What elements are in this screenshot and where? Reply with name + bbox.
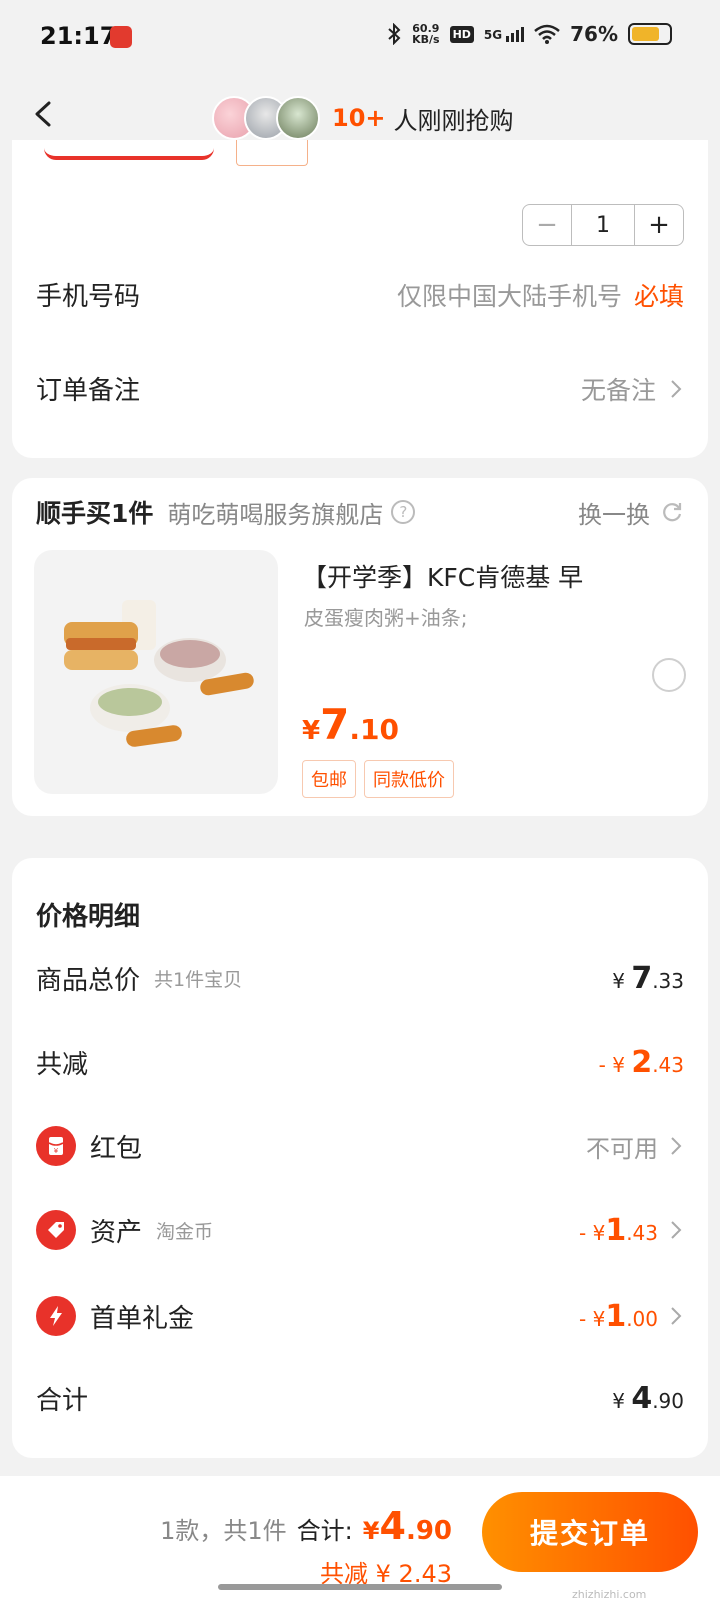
partial-tag-edge bbox=[236, 140, 308, 166]
lightning-icon bbox=[36, 1296, 76, 1336]
badge-free-shipping: 包邮 bbox=[302, 760, 356, 798]
order-info-card: − 1 + 手机号码 仅限中国大陆手机号 必填 订单备注 无备注 bbox=[12, 140, 708, 458]
note-label: 订单备注 bbox=[36, 376, 141, 406]
coupon-tag-icon bbox=[36, 1210, 76, 1250]
discount-value: - ¥ 2.43 bbox=[598, 1045, 684, 1080]
price-detail-title: 价格明细 bbox=[36, 902, 141, 932]
addon-title: 顺手买1件 bbox=[36, 499, 154, 528]
bluetooth-icon bbox=[388, 23, 401, 45]
chevron-left-icon bbox=[35, 101, 51, 127]
addon-card: 顺手买1件 萌吃萌喝服务旗舰店 ? 换一换 【开学季】KFC肯德基 早 皮蛋瘦肉… bbox=[12, 478, 708, 816]
redpacket-label: 红包 bbox=[90, 1133, 143, 1164]
total-label: 合计: bbox=[296, 1517, 353, 1545]
discount-row: 共减 - ¥ 2.43 bbox=[36, 1044, 684, 1081]
hd-badge: HD bbox=[449, 25, 474, 43]
goods-total-row: 商品总价 共1件宝贝 ¥ 7.33 bbox=[36, 960, 684, 997]
phone-row[interactable]: 手机号码 仅限中国大陆手机号 必填 bbox=[36, 276, 684, 313]
signal-icon: 5G bbox=[484, 26, 525, 42]
chevron-right-icon bbox=[671, 1221, 682, 1239]
goods-total-label: 商品总价 bbox=[36, 966, 141, 996]
food-image bbox=[64, 600, 254, 747]
decrease-button[interactable]: − bbox=[523, 205, 571, 245]
shop-name[interactable]: 萌吃萌喝服务旗舰店 bbox=[167, 495, 383, 530]
submit-order-button[interactable]: 提交订单 bbox=[482, 1492, 698, 1572]
status-time: 21:17 bbox=[40, 22, 117, 50]
note-value: 无备注 bbox=[580, 375, 656, 405]
status-bar: 21:17 60.9 KB/s HD 5G 76% bbox=[0, 0, 720, 76]
battery-percent: 76% bbox=[570, 22, 618, 46]
svg-text:¥: ¥ bbox=[54, 1147, 59, 1155]
wifi-icon bbox=[534, 24, 560, 44]
badge-low-price: 同款低价 bbox=[364, 760, 454, 798]
discount-label: 共减 bbox=[36, 1050, 89, 1080]
redpacket-icon: ¥ bbox=[36, 1126, 76, 1166]
goods-count: 共1件宝贝 bbox=[154, 969, 243, 991]
help-icon[interactable]: ? bbox=[391, 500, 416, 524]
total-amount: ¥4.90 bbox=[362, 1504, 452, 1548]
status-indicators: 60.9 KB/s HD 5G 76% bbox=[386, 22, 672, 46]
home-indicator[interactable] bbox=[218, 1584, 502, 1590]
redpacket-value: 不可用 bbox=[586, 1134, 658, 1163]
asset-value: - ¥1.43 bbox=[579, 1212, 658, 1248]
select-radio[interactable] bbox=[652, 658, 686, 692]
product-spec: 皮蛋瘦肉粥+油条; bbox=[304, 606, 468, 630]
chevron-right-icon bbox=[671, 1307, 682, 1325]
net-speed: 60.9 KB/s bbox=[412, 22, 440, 46]
increase-button[interactable]: + bbox=[635, 205, 683, 245]
product-image[interactable] bbox=[34, 550, 278, 794]
item-count: 1款，共1件 bbox=[160, 1517, 287, 1545]
asset-row[interactable]: 资产 淘金币 - ¥1.43 bbox=[36, 1210, 684, 1250]
first-order-value: - ¥1.00 bbox=[579, 1298, 658, 1334]
avatar bbox=[276, 96, 320, 140]
first-order-row[interactable]: 首单礼金 - ¥1.00 bbox=[36, 1296, 684, 1336]
app-notification-icon bbox=[110, 26, 132, 48]
asset-sub: 淘金币 bbox=[156, 1220, 214, 1243]
order-note-row[interactable]: 订单备注 无备注 bbox=[36, 370, 684, 407]
chevron-right-icon bbox=[671, 379, 682, 398]
quantity-stepper[interactable]: − 1 + bbox=[522, 204, 684, 246]
asset-label: 资产 bbox=[90, 1217, 143, 1248]
product-title[interactable]: 【开学季】KFC肯德基 早 bbox=[302, 558, 583, 594]
buyers-count: 10+ bbox=[332, 104, 386, 132]
price-detail-card: 价格明细 商品总价 共1件宝贝 ¥ 7.33 共减 - ¥ 2.43 ¥ 红包 … bbox=[12, 858, 708, 1458]
checkout-summary: 1款，共1件 合计: ¥4.90 bbox=[160, 1504, 452, 1548]
battery-icon bbox=[628, 23, 672, 45]
checkout-bar: 1款，共1件 合计: ¥4.90 共减 ¥ 2.43 提交订单 bbox=[0, 1476, 720, 1600]
sum-label: 合计 bbox=[36, 1386, 89, 1416]
product-price: ¥7.10 bbox=[302, 700, 399, 749]
required-badge: 必填 bbox=[633, 281, 684, 311]
phone-label: 手机号码 bbox=[36, 282, 141, 312]
watermark: zhizhizhi.com bbox=[572, 1588, 647, 1600]
goods-total-value: ¥ 7.33 bbox=[612, 961, 684, 996]
chevron-right-icon bbox=[671, 1137, 682, 1155]
sum-row: 合计 ¥ 4.90 bbox=[36, 1380, 684, 1417]
quantity-value[interactable]: 1 bbox=[571, 205, 635, 245]
product-badges: 包邮 同款低价 bbox=[302, 760, 454, 798]
sum-value: ¥ 4.90 bbox=[612, 1381, 684, 1416]
first-order-label: 首单礼金 bbox=[90, 1303, 195, 1334]
back-button[interactable] bbox=[24, 94, 64, 134]
phone-input[interactable]: 仅限中国大陆手机号 bbox=[397, 277, 622, 313]
swap-button[interactable]: 换一换 bbox=[578, 495, 684, 530]
redpacket-row[interactable]: ¥ 红包 不可用 bbox=[36, 1126, 684, 1166]
refresh-icon bbox=[663, 503, 682, 522]
buyers-text: 人刚刚抢购 bbox=[393, 106, 514, 135]
partial-button-edge bbox=[44, 140, 214, 160]
battery-fill bbox=[632, 27, 660, 41]
